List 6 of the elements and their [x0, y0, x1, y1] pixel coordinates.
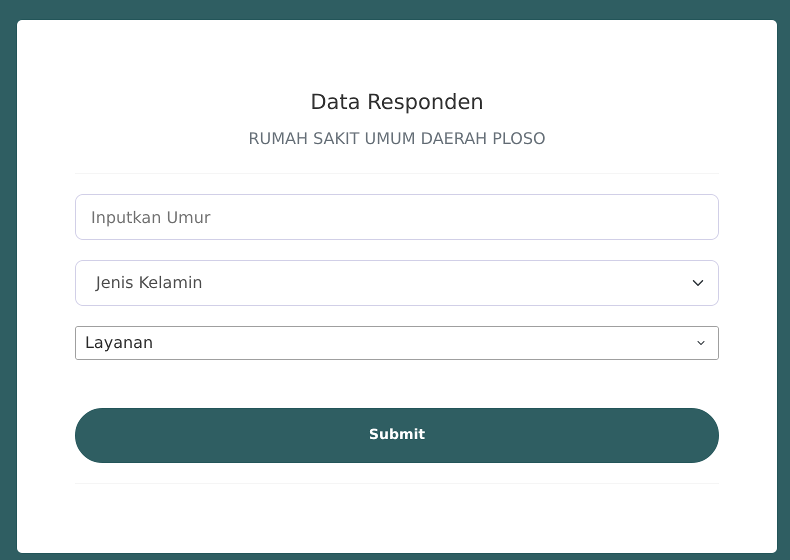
- submit-button[interactable]: Submit: [75, 408, 719, 464]
- hospital-name: RUMAH SAKIT UMUM DAERAH PLOSO: [247, 128, 547, 150]
- gender-select[interactable]: Jenis Kelamin: [75, 260, 719, 306]
- form-title: Data Responden: [309, 90, 485, 116]
- age-field[interactable]: Inputkan Umur: [75, 194, 719, 240]
- service-select[interactable]: Layanan: [75, 326, 719, 360]
